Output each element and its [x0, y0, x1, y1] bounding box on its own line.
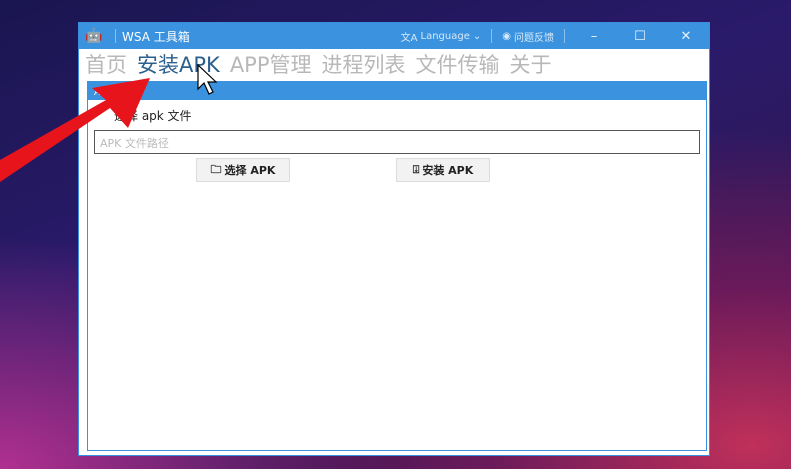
- select-apk-label: 选择 apk 文件: [114, 109, 192, 123]
- mouse-cursor-icon: [197, 64, 218, 95]
- install-apk-button[interactable]: ⍗ 安装 APK: [396, 158, 490, 182]
- feedback-label: 问题反馈: [514, 32, 554, 44]
- divider: [491, 29, 493, 43]
- minimize-button[interactable]: –: [571, 29, 617, 44]
- nav-tabs: 首页 安装APK APP管理 进程列表 文件传输 关于: [79, 49, 709, 79]
- apk-path-input[interactable]: APK 文件路径: [94, 130, 700, 154]
- panel-header: APK 安装: [88, 82, 706, 100]
- github-icon: ◉: [502, 30, 511, 42]
- window-title: WSA 工具箱: [122, 29, 190, 44]
- language-label: Language: [420, 30, 470, 42]
- install-apk-label-text: 安装 APK: [422, 164, 474, 177]
- title-bar: 🤖 WSA 工具箱 文A Language ⌄ ◉ 问题反馈 – ☐ ✕: [79, 23, 709, 49]
- tab-process-list[interactable]: 进程列表: [322, 49, 406, 79]
- maximize-button[interactable]: ☐: [617, 29, 663, 44]
- install-panel: APK 安装 选择 apk 文件 APK 文件路径 🗀 选择 APK ⍗ 安装 AP…: [87, 81, 707, 451]
- tab-about[interactable]: 关于: [510, 49, 552, 79]
- translate-icon: 文A: [400, 32, 418, 44]
- feedback-button[interactable]: ◉ 问题反馈: [498, 29, 558, 44]
- language-selector[interactable]: 文A Language ⌄: [397, 29, 486, 44]
- tab-app-management[interactable]: APP管理: [230, 49, 312, 79]
- app-window: 🤖 WSA 工具箱 文A Language ⌄ ◉ 问题反馈 – ☐ ✕ 首页 安装A…: [78, 22, 710, 456]
- divider: [564, 29, 565, 43]
- select-apk-label-text: 选择 APK: [224, 164, 276, 177]
- install-icon: ⍗: [412, 163, 420, 176]
- tab-home[interactable]: 首页: [85, 49, 127, 79]
- tab-file-transfer[interactable]: 文件传输: [416, 49, 500, 79]
- divider: [115, 29, 116, 43]
- select-apk-button[interactable]: 🗀 选择 APK: [196, 158, 290, 182]
- chevron-down-icon: ⌄: [472, 30, 482, 42]
- close-button[interactable]: ✕: [663, 29, 709, 44]
- folder-icon: 🗀: [210, 162, 222, 176]
- android-icon: 🤖: [85, 28, 103, 44]
